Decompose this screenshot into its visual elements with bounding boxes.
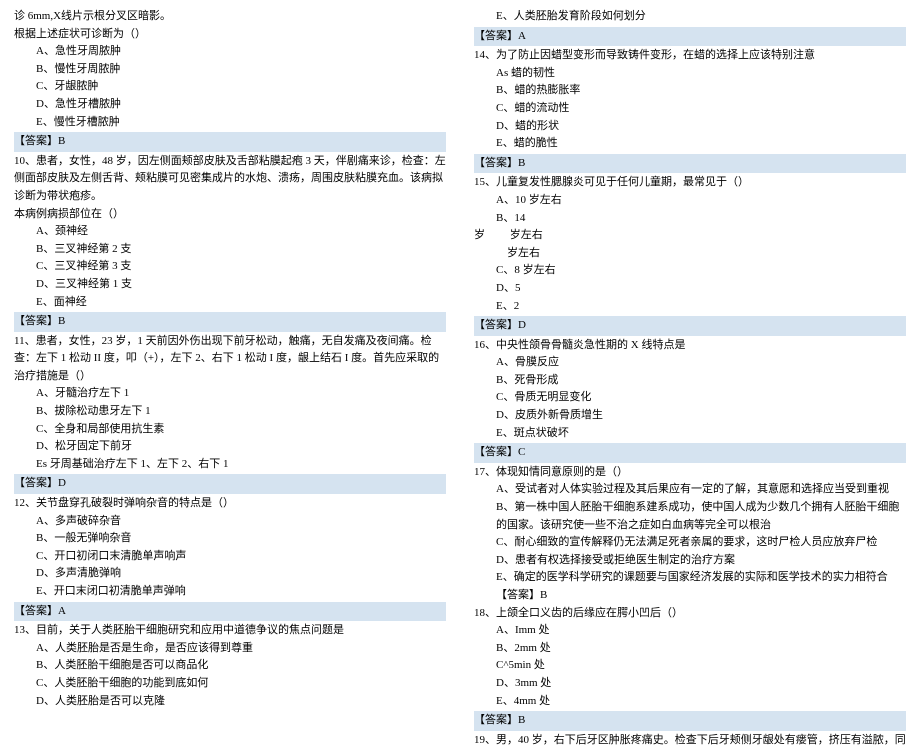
text-line: E、确定的医学科学研究的课题要与国家经济发展的实际和医学技术的实力相符合【答案】… — [474, 569, 906, 604]
text-line: B、人类胚胎干细胞是否可以商品化 — [14, 657, 446, 675]
text-line: A、急性牙周脓肿 — [14, 43, 446, 61]
text-line: E、面神经 — [14, 294, 446, 312]
text-line: C、8 岁左右 — [474, 262, 906, 280]
text-line: B、一般无弹响杂音 — [14, 530, 446, 548]
text-line: E、慢性牙槽脓肿 — [14, 114, 446, 132]
text-line: B、拔除松动患牙左下 1 — [14, 403, 446, 421]
text-line: 岁 岁左右 — [474, 227, 906, 245]
text-line: D、多声清脆弹响 — [14, 565, 446, 583]
text-line: D、患者有权选择接受或拒绝医生制定的治疗方案 — [474, 552, 906, 570]
text-line: 17、体现知情同意原则的是（） — [474, 464, 906, 482]
answer-line: 【答案】B — [474, 711, 906, 731]
text-line: B、2mm 处 — [474, 640, 906, 658]
text-line: C、牙龈脓肿 — [14, 78, 446, 96]
text-line: E、蜡的脆性 — [474, 135, 906, 153]
text-line: B、第一株中国人胚胎干细胞系建系成功，使中国人成为少数几个拥有人胚胎干细胞的国家… — [474, 499, 906, 534]
text-line: Es 牙周基础治疗左下 1、左下 2、右下 1 — [14, 456, 446, 474]
text-line: B、死骨形成 — [474, 372, 906, 390]
answer-line: 【答案】A — [474, 27, 906, 47]
text-line: 16、中央性颌骨骨髓炎急性期的 X 线特点是 — [474, 337, 906, 355]
text-line: D、蜡的形状 — [474, 118, 906, 136]
text-line: 19、男，40 岁，右下后牙区肿胀疼痛史。检查下后牙颊侧牙龈处有瘘管，挤压有溢脓… — [474, 732, 906, 749]
text-line: E、人类胚胎发育阶段如何划分 — [474, 8, 906, 26]
answer-line: 【答案】B — [14, 312, 446, 332]
text-line: C、耐心细致的宣传解释仍无法满足死者亲属的要求，这时尸检人员应放弃尸检 — [474, 534, 906, 552]
text-line: As 蜡的韧性 — [474, 65, 906, 83]
text-line: 岁左右 — [474, 245, 906, 263]
text-line: A、10 岁左右 — [474, 192, 906, 210]
text-line: D、3mm 处 — [474, 675, 906, 693]
text-line: 10、患者，女性，48 岁，因左侧面颊部皮肤及舌部粘膜起疱 3 天，伴剧痛来诊，… — [14, 153, 446, 206]
text-line: 12、关节盘穿孔破裂时弹响杂音的特点是（） — [14, 495, 446, 513]
text-line: B、三叉神经第 2 支 — [14, 241, 446, 259]
text-line: 15、儿童复发性腮腺炎可见于任何儿童期，最常见于（） — [474, 174, 906, 192]
text-line: C、人类胚胎干细胞的功能到底如何 — [14, 675, 446, 693]
text-line: 11、患者，女性，23 岁，1 天前因外伤出现下前牙松动，触痛，无自发痛及夜间痛… — [14, 333, 446, 386]
text-line: E、斑点状破坏 — [474, 425, 906, 443]
text-line: E、2 — [474, 298, 906, 316]
text-line: E、4mm 处 — [474, 693, 906, 711]
text-line: D、5 — [474, 280, 906, 298]
text-line: C、蜡的流动性 — [474, 100, 906, 118]
text-line: A、多声破碎杂音 — [14, 513, 446, 531]
text-line: D、人类胚胎是否可以克隆 — [14, 693, 446, 711]
right-column: E、人类胚胎发育阶段如何划分【答案】A14、为了防止因蜡型变形而导致铸件变形，在… — [460, 8, 920, 643]
answer-line: 【答案】D — [474, 316, 906, 336]
text-line: C^5min 处 — [474, 657, 906, 675]
text-line: C、骨质无明显变化 — [474, 389, 906, 407]
answer-line: 【答案】D — [14, 474, 446, 494]
text-line: A、颈神经 — [14, 223, 446, 241]
answer-line: 【答案】A — [14, 602, 446, 622]
text-line: 本病例病损部位在（） — [14, 206, 446, 224]
text-line: 诊 6mm,X线片示根分叉区暗影。 — [14, 8, 446, 26]
text-line: A、人类胚胎是否是生命，是否应该得到尊重 — [14, 640, 446, 658]
text-line: D、松牙固定下前牙 — [14, 438, 446, 456]
text-line: 13、目前，关于人类胚胎干细胞研究和应用中道德争议的焦点问题是 — [14, 622, 446, 640]
text-line: 18、上颌全口义齿的后缘应在腭小凹后（） — [474, 605, 906, 623]
text-line: A、Imm 处 — [474, 622, 906, 640]
text-line: C、开口初闭口末清脆单声响声 — [14, 548, 446, 566]
text-line: C、三叉神经第 3 支 — [14, 258, 446, 276]
text-line: E、开口末闭口初清脆单声弹响 — [14, 583, 446, 601]
answer-line: 【答案】B — [474, 154, 906, 174]
answer-line: 【答案】C — [474, 443, 906, 463]
text-line: A、牙髓治疗左下 1 — [14, 385, 446, 403]
text-line: D、皮质外新骨质增生 — [474, 407, 906, 425]
answer-line: 【答案】B — [14, 132, 446, 152]
text-line: C、全身和局部使用抗生素 — [14, 421, 446, 439]
text-line: D、急性牙槽脓肿 — [14, 96, 446, 114]
text-line: A、受试者对人体实验过程及其后果应有一定的了解，其意愿和选择应当受到重视 — [474, 481, 906, 499]
text-line: 14、为了防止因蜡型变形而导致铸件变形，在蜡的选择上应该特别注意 — [474, 47, 906, 65]
text-line: B、蜡的热膨胀率 — [474, 82, 906, 100]
text-line: A、骨膜反应 — [474, 354, 906, 372]
left-column: 诊 6mm,X线片示根分叉区暗影。根据上述症状可诊断为（）A、急性牙周脓肿B、慢… — [0, 8, 460, 643]
text-line: B、慢性牙周脓肿 — [14, 61, 446, 79]
text-line: 根据上述症状可诊断为（） — [14, 26, 446, 44]
text-line: D、三叉神经第 1 支 — [14, 276, 446, 294]
text-line: B、14 — [474, 210, 906, 228]
